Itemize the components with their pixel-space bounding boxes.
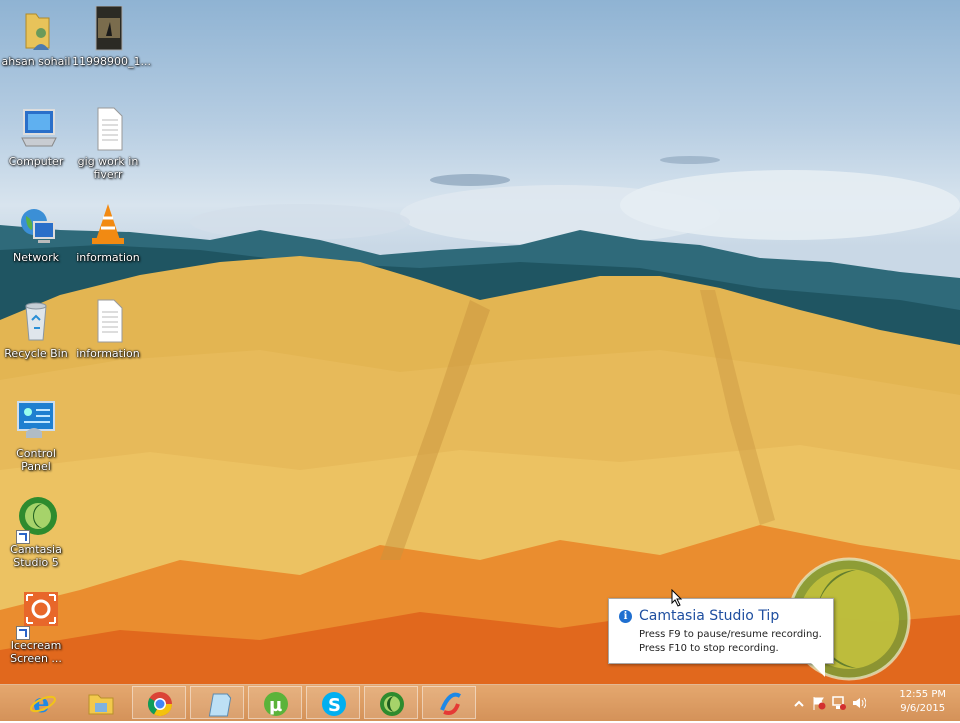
utorrent-icon: µ [262,690,290,718]
user-folder-icon [12,6,60,54]
taskbar-app[interactable] [422,686,476,719]
tip-line-stop: Press F10 to stop recording. [639,643,779,654]
control-panel-icon [12,398,60,446]
icon-label: Network [13,251,59,264]
taskbar: e µ S 12:55 PM 9/6/2015 [0,684,960,721]
camtasia-icon [12,494,60,544]
network-status-icon[interactable] [832,696,846,710]
svg-text:S: S [328,695,341,716]
chrome-icon [146,690,174,718]
taskbar-skype[interactable]: S [306,686,360,719]
shortcut-arrow-icon [16,626,30,640]
taskbar-file-explorer[interactable] [74,686,128,719]
tip-title: Camtasia Studio Tip [639,608,780,624]
clock-time: 12:55 PM [899,689,946,700]
taskbar-clock[interactable]: 12:55 PM 9/6/2015 [899,688,946,716]
icon-label: information [76,251,140,264]
icon-label: information [76,347,140,360]
action-center-flag-icon[interactable] [812,696,826,710]
file-explorer-icon [87,689,115,717]
skype-icon: S [320,690,348,718]
desktop-icon-recycle-bin[interactable]: Recycle Bin [0,298,72,360]
notepad-icon [204,690,232,718]
internet-explorer-icon: e [29,689,57,719]
icon-label: ahsan sohail [1,55,71,68]
desktop-icon-camtasia[interactable]: Camtasia Studio 5 [0,494,72,569]
desktop-icon-icecream-screen[interactable]: Icecream Screen ... [0,590,72,665]
taskbar-utorrent[interactable]: µ [248,686,302,719]
taskbar-internet-explorer[interactable]: e [16,686,70,719]
vlc-cone-icon [84,202,132,250]
recycle-bin-icon [12,298,60,346]
shortcut-arrow-icon [16,530,30,544]
show-hidden-icons-icon[interactable] [792,697,806,711]
icon-label: Computer [8,155,64,168]
text-document-icon [84,298,132,346]
desktop-icon-user-folder[interactable]: ahsan sohail [0,6,72,68]
icon-label: Control Panel [16,447,56,473]
taskbar-notepad[interactable] [190,686,244,719]
computer-icon [12,106,60,154]
desktop-icon-control-panel[interactable]: Control Panel [0,398,72,473]
desktop-icon-vlc-media[interactable]: information [72,202,144,264]
taskbar-chrome[interactable] [132,686,186,719]
icecream-recorder-icon [12,590,60,640]
desktop-icon-network[interactable]: Network [0,202,72,264]
icon-label: Icecream Screen ... [10,639,62,665]
image-thumbnail-icon [84,5,132,54]
camtasia-tip-balloon[interactable]: i Camtasia Studio Tip Press F9 to pause/… [608,598,834,677]
icon-label: gig work in fiverr [77,155,139,181]
icon-label: Recycle Bin [4,347,68,360]
taskbar-camtasia[interactable] [364,686,418,719]
text-document-icon [84,106,132,154]
network-globe-icon [12,202,60,250]
balloon-tail [811,663,825,677]
desktop-icon-image-file[interactable]: 11998900_1... [72,5,151,68]
mouse-cursor-icon [671,588,683,612]
desktop-icon-text-file-2[interactable]: information [72,298,144,360]
info-icon: i [619,610,632,623]
clock-date: 9/6/2015 [900,703,946,714]
icon-label: Camtasia Studio 5 [10,543,62,569]
tip-line-pause: Press F9 to pause/resume recording. [639,629,822,640]
volume-speaker-icon[interactable] [852,696,867,710]
svg-text:µ: µ [269,695,282,716]
desktop-icon-computer[interactable]: Computer [0,106,72,168]
icon-label: 11998900_1... [72,55,151,68]
camtasia-icon [378,690,406,718]
app-icon [436,690,464,718]
desktop-icon-text-file[interactable]: gig work in fiverr [72,106,144,181]
system-tray: 12:55 PM 9/6/2015 [784,685,960,721]
